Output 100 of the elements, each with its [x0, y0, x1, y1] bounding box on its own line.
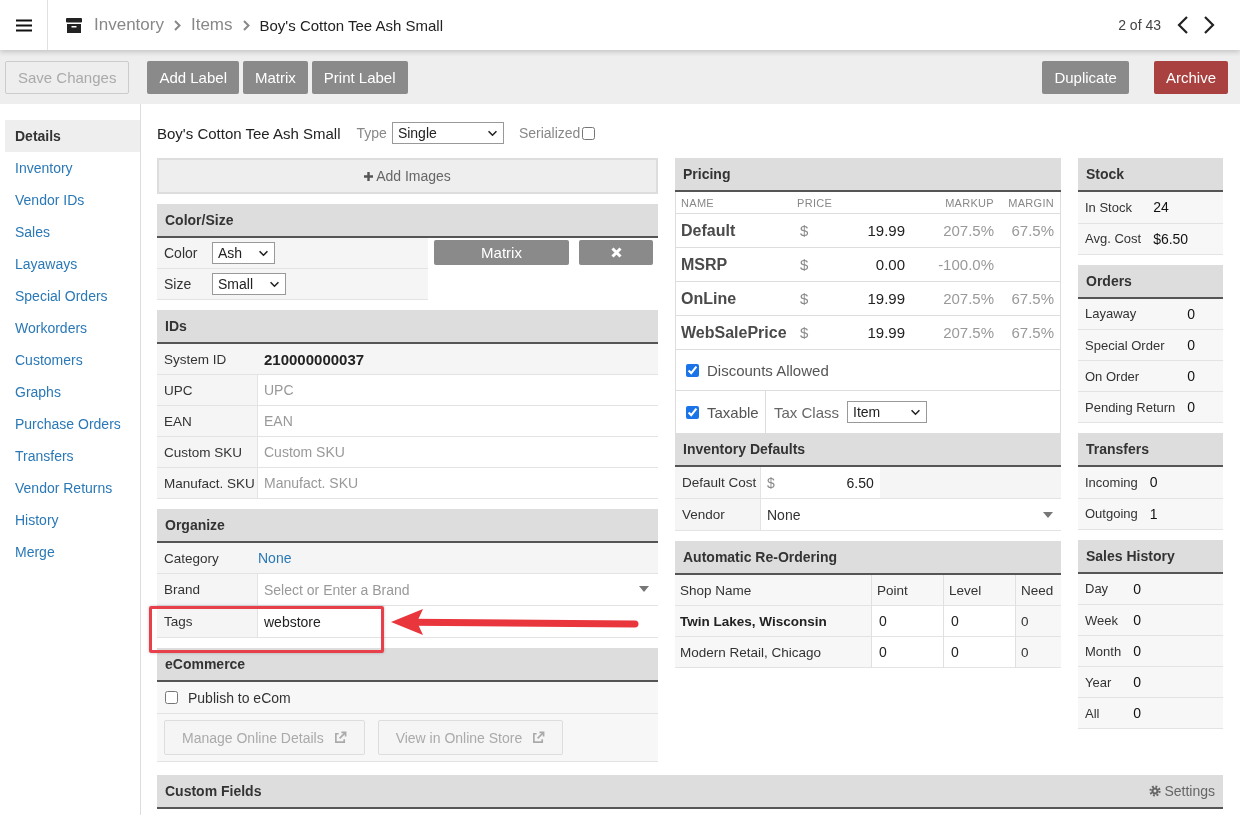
field-label: Manufact. SKU — [164, 475, 255, 491]
section-header: Organize — [157, 509, 658, 543]
category-link[interactable]: None — [258, 550, 292, 566]
chevron-right-icon — [173, 19, 181, 31]
stat-value: 24 — [1153, 192, 1223, 223]
currency-symbol: $ — [800, 256, 809, 273]
checkbox[interactable] — [582, 126, 596, 140]
price-name: WebSalePrice — [680, 323, 787, 342]
option-select[interactable]: Small — [212, 273, 286, 295]
shop-name: Twin Lakes, Wisconsin — [679, 613, 827, 629]
price-name: MSRP — [680, 255, 728, 274]
breadcrumb-link[interactable]: Inventory — [94, 15, 164, 35]
sidebar-item[interactable]: Vendor Returns — [5, 472, 140, 504]
stat-value: 0 — [1133, 573, 1223, 605]
section-header: Automatic Re-Ordering — [675, 541, 1061, 575]
remove-button[interactable] — [579, 240, 653, 265]
text-field[interactable]: EAN — [258, 406, 658, 436]
column-header: Level — [948, 582, 982, 598]
external-link-icon — [333, 731, 347, 744]
sidebar-item[interactable]: Workorders — [5, 312, 140, 344]
item-title: Boy's Cotton Tee Ash Small — [157, 124, 341, 142]
cost-field[interactable]: 6.50 — [774, 467, 880, 498]
section-header: Inventory Defaults — [675, 433, 1061, 467]
section-header: Stock — [1078, 158, 1223, 192]
chevron-left-icon[interactable] — [1177, 15, 1189, 35]
stat-label: Year — [1078, 666, 1134, 698]
text-field[interactable]: Manufact. SKU — [258, 468, 658, 498]
sidebar-item[interactable]: Layaways — [5, 248, 140, 280]
combo-field[interactable]: Select or Enter a Brand — [258, 574, 658, 605]
sidebar-item[interactable]: Purchase Orders — [5, 408, 140, 440]
section-header: Transfers — [1078, 433, 1223, 467]
caret-down-icon — [1043, 511, 1053, 518]
price-name: OnLine — [680, 289, 737, 308]
stat-label: Special Order — [1078, 329, 1188, 361]
option-select[interactable]: Ash — [212, 242, 276, 264]
reorder-level-field[interactable]: 0 — [943, 637, 1015, 668]
text-field[interactable]: Custom SKU — [258, 437, 658, 467]
sidebar-item[interactable]: Sales — [5, 216, 140, 248]
sidebar-item[interactable]: Transfers — [5, 440, 140, 472]
text-field[interactable]: UPC — [258, 375, 658, 405]
column-header: Need — [1020, 582, 1054, 598]
markup-value: 207.5% — [943, 222, 995, 239]
column-header: MARGIN — [1008, 196, 1055, 209]
matrix-button[interactable]: Matrix — [434, 240, 569, 265]
toolbar-button[interactable]: Duplicate — [1042, 60, 1129, 94]
menu-icon[interactable] — [15, 18, 32, 32]
field-label: Type — [356, 125, 387, 141]
reorder-point-field[interactable]: 0 — [871, 637, 943, 668]
field-label: Default Cost — [682, 475, 757, 490]
stat-label: Incoming — [1078, 467, 1150, 498]
column-header: MARKUP — [945, 196, 995, 209]
stat-value: 0 — [1187, 298, 1223, 330]
stat-value: 0 — [1187, 329, 1223, 361]
sidebar-item[interactable]: Customers — [5, 344, 140, 376]
tax-class-select[interactable]: Item — [847, 401, 928, 423]
markup-value: 207.5% — [943, 290, 995, 307]
sidebar-item[interactable]: Inventory — [5, 152, 140, 184]
reorder-level-field[interactable]: 0 — [943, 606, 1015, 637]
chevron-right-icon[interactable] — [1203, 15, 1215, 35]
field-value: 210000000037 — [263, 350, 365, 368]
field-label: Tax Class — [774, 403, 840, 421]
section-header: Orders — [1078, 264, 1223, 299]
toolbar-button[interactable]: Print Label — [311, 60, 408, 94]
field-label: Color — [164, 245, 199, 261]
toolbar-button[interactable]: Add Label — [147, 60, 239, 94]
reorder-point-field[interactable]: 0 — [871, 606, 943, 637]
checkbox[interactable] — [686, 363, 699, 377]
toolbar-button[interactable]: Matrix — [242, 60, 308, 94]
field-label: UPC — [164, 382, 193, 398]
settings-icon — [1149, 785, 1162, 797]
section-header: Color/Size — [157, 204, 658, 238]
archive-box-icon — [66, 17, 82, 33]
price-value: 19.99 — [867, 324, 905, 341]
sidebar-item[interactable]: Graphs — [5, 376, 140, 408]
sidebar-item[interactable]: Vendor IDs — [5, 184, 140, 216]
field-label: Category — [164, 550, 219, 566]
add-images-button[interactable]: Add Images — [157, 158, 658, 194]
checkbox-label: Publish to eCom — [188, 689, 291, 706]
stat-label: In Stock — [1078, 192, 1154, 223]
checkbox-label: Discounts Allowed — [707, 361, 829, 379]
chevron-down-icon — [486, 129, 498, 137]
stat-label: Outgoing — [1078, 498, 1150, 529]
settings-link[interactable]: Settings — [1149, 783, 1215, 799]
sidebar-item[interactable]: History — [5, 504, 140, 536]
field-label: System ID — [164, 351, 227, 367]
sidebar-item[interactable]: Special Orders — [5, 280, 140, 312]
checkbox[interactable] — [165, 691, 178, 704]
sidebar-item[interactable]: Details — [5, 120, 140, 152]
stat-value: 0 — [1133, 604, 1223, 636]
currency-symbol: $ — [800, 222, 809, 239]
checkbox-label: Taxable — [707, 403, 759, 421]
markup-value: -100.0% — [938, 256, 995, 273]
vendor-select[interactable]: None — [761, 499, 1061, 530]
sidebar-item[interactable]: Merge — [5, 536, 140, 568]
type-select[interactable]: Single — [391, 122, 504, 144]
stat-value: 0 — [1133, 666, 1223, 698]
checkbox[interactable] — [686, 405, 699, 419]
toolbar-button[interactable]: Archive — [1153, 60, 1228, 94]
breadcrumb-link[interactable]: Items — [190, 15, 233, 35]
field-label: Brand — [164, 582, 201, 597]
